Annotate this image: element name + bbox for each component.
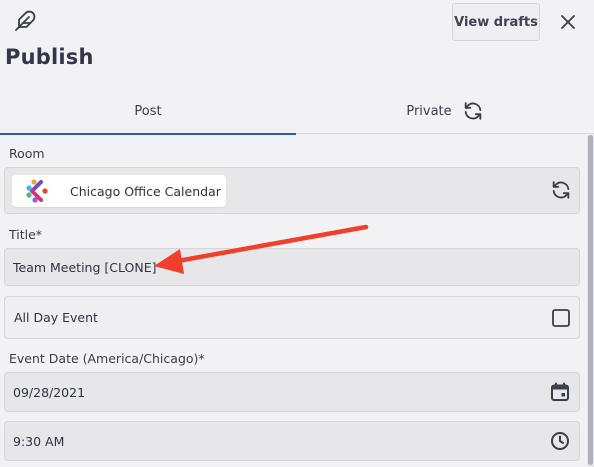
scrollbar[interactable] <box>587 135 594 467</box>
refresh-icon[interactable] <box>550 179 572 201</box>
title-label: Title* <box>9 227 43 242</box>
scrollbar-thumb[interactable] <box>588 135 593 465</box>
all-day-event-label: All Day Event <box>14 310 98 325</box>
calendar-icon[interactable] <box>550 382 570 402</box>
event-date-input[interactable]: 09/28/2021 <box>4 372 580 412</box>
view-drafts-button[interactable]: View drafts <box>452 3 540 41</box>
event-date-value: 09/28/2021 <box>13 385 86 400</box>
room-name: Chicago Office Calendar <box>70 183 221 199</box>
close-icon[interactable] <box>558 12 578 32</box>
refresh-icon <box>464 102 481 120</box>
calendar-app-logo <box>26 179 48 203</box>
room-chip[interactable]: Chicago Office Calendar <box>12 175 226 207</box>
event-time-value: 9:30 AM <box>13 434 65 449</box>
feather-icon <box>15 10 36 31</box>
tab-post[interactable]: Post <box>0 88 296 135</box>
tab-private-label: Private <box>406 103 452 119</box>
title-value: Team Meeting [CLONE] <box>13 260 157 275</box>
title-input[interactable]: Team Meeting [CLONE] <box>4 248 580 286</box>
room-field[interactable]: Chicago Office Calendar <box>4 167 580 214</box>
tab-bar: Post Private <box>0 88 594 135</box>
tab-private[interactable]: Private <box>296 88 594 134</box>
page-title: Publish <box>5 45 94 69</box>
checkbox-icon[interactable] <box>552 309 570 327</box>
room-label: Room <box>9 146 45 161</box>
event-time-input[interactable]: 9:30 AM <box>4 421 580 461</box>
tab-post-label: Post <box>134 103 162 119</box>
clock-icon[interactable] <box>550 431 570 451</box>
all-day-event-row[interactable]: All Day Event <box>4 296 580 339</box>
event-date-label: Event Date (America/Chicago)* <box>9 351 205 366</box>
publish-header: Publish View drafts <box>0 0 594 88</box>
